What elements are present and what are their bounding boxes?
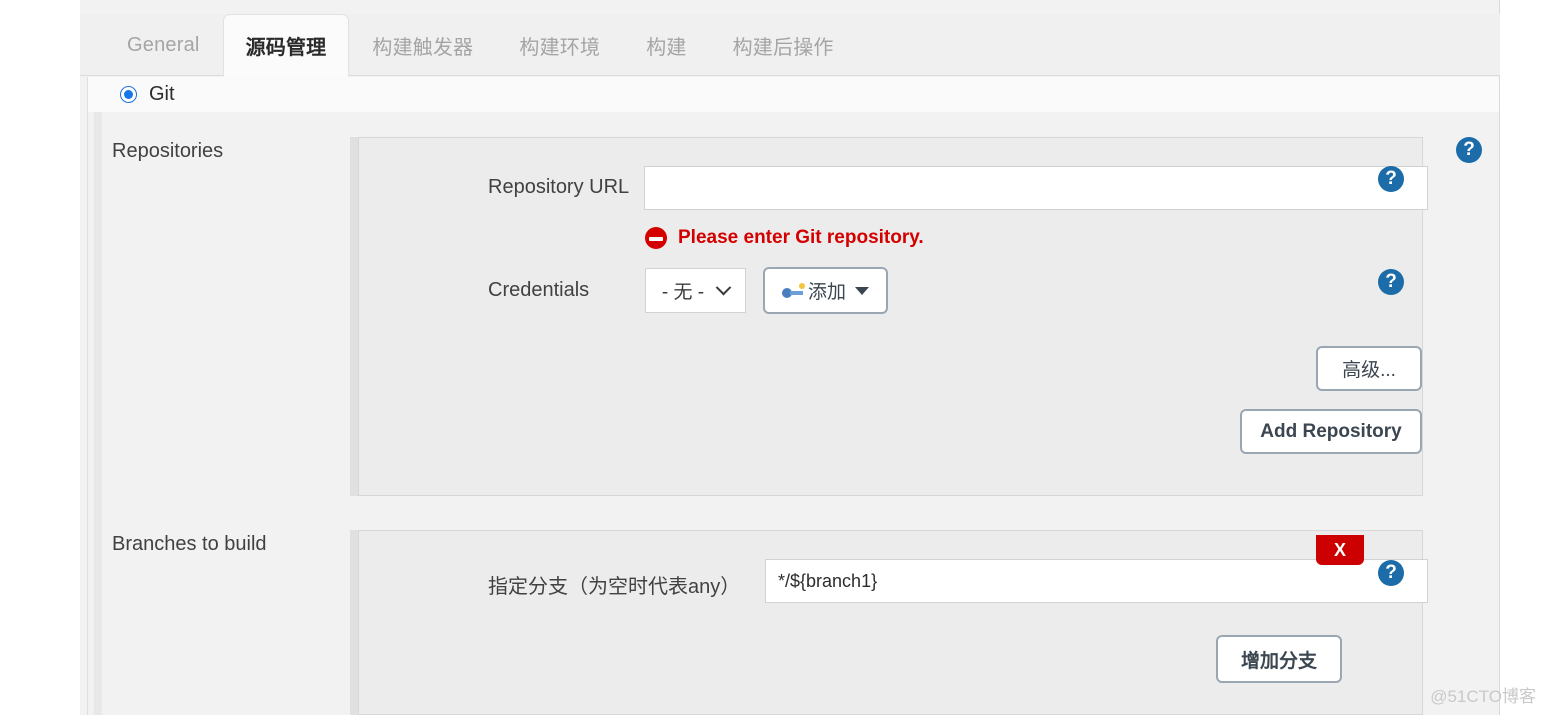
page-body-column: General 源码管理 构建触发器 构建环境 构建 构建后操作 Git Rep… <box>80 0 1500 715</box>
left-rail-border <box>87 112 88 715</box>
add-credentials-button[interactable]: 添加 <box>763 267 888 314</box>
advanced-button[interactable]: 高级... <box>1316 346 1422 391</box>
repositories-panel: Repository URL Please enter Git reposito… <box>358 137 1428 496</box>
tab-build[interactable]: 构建 <box>623 14 709 76</box>
radio-git-label: Git <box>149 83 175 105</box>
repository-url-error-text: Please enter Git repository. <box>678 227 924 248</box>
jenkins-job-config-page: General 源码管理 构建触发器 构建环境 构建 构建后操作 Git Rep… <box>0 0 1550 715</box>
credentials-select-value: - 无 - <box>661 282 705 303</box>
error-circle-icon <box>645 227 667 249</box>
branches-panel: 指定分支（为空时代表any） 增加分支 <box>358 530 1428 715</box>
repositories-section-help-icon[interactable]: ? <box>1456 137 1482 163</box>
tab-source-code-management-label: 源码管理 <box>245 37 327 59</box>
tab-build-environment[interactable]: 构建环境 <box>496 14 623 76</box>
chevron-down-icon <box>715 279 732 296</box>
section-label-repositories: Repositories <box>112 140 224 162</box>
watermark: @51CTO博客 <box>1430 687 1536 706</box>
right-margin <box>1501 0 1550 715</box>
scm-selection-row: Git <box>87 77 1499 112</box>
config-tabs: General 源码管理 构建触发器 构建环境 构建 构建后操作 <box>104 14 857 77</box>
repository-url-error: Please enter Git repository. <box>645 227 924 249</box>
tab-post-build-actions[interactable]: 构建后操作 <box>710 14 857 76</box>
tab-build-triggers-label: 构建触发器 <box>372 37 474 59</box>
branch-specifier-help-icon[interactable]: ? <box>1378 560 1404 586</box>
section-label-branches-to-build: Branches to build <box>112 533 267 555</box>
tab-build-triggers[interactable]: 构建触发器 <box>349 14 496 76</box>
repository-url-label: Repository URL <box>488 176 630 198</box>
repositories-section-divider <box>350 137 358 496</box>
radio-git[interactable] <box>120 86 137 103</box>
branches-section-divider <box>350 530 358 715</box>
tab-source-code-management[interactable]: 源码管理 <box>222 14 350 77</box>
tab-post-build-actions-label: 构建后操作 <box>732 37 834 59</box>
left-rail-fill <box>94 112 102 715</box>
add-branch-button-label: 增加分支 <box>1240 650 1317 672</box>
repository-url-input[interactable] <box>644 166 1428 210</box>
key-icon <box>781 282 805 299</box>
tab-build-label: 构建 <box>646 37 687 59</box>
advanced-button-label: 高级... <box>1342 360 1396 381</box>
tab-build-environment-label: 构建环境 <box>519 37 601 59</box>
branch-specifier-label: 指定分支（为空时代表any） <box>488 576 741 598</box>
add-branch-button[interactable]: 增加分支 <box>1216 635 1342 683</box>
credentials-select[interactable]: - 无 - <box>645 268 746 313</box>
config-tab-bar: General 源码管理 构建触发器 构建环境 构建 构建后操作 <box>80 14 1500 77</box>
add-credentials-label: 添加 <box>807 282 846 303</box>
repository-url-help-icon[interactable]: ? <box>1378 166 1404 192</box>
credentials-label: Credentials <box>488 279 590 301</box>
add-repository-button-label: Add Repository <box>1260 420 1402 442</box>
tab-general-label: General <box>127 34 200 56</box>
credentials-help-icon[interactable]: ? <box>1378 269 1404 295</box>
delete-branch-button[interactable]: X <box>1316 535 1364 565</box>
tab-general[interactable]: General <box>104 14 223 76</box>
branch-specifier-input[interactable] <box>765 559 1428 603</box>
add-repository-button[interactable]: Add Repository <box>1240 409 1422 454</box>
caret-down-icon <box>855 286 869 295</box>
